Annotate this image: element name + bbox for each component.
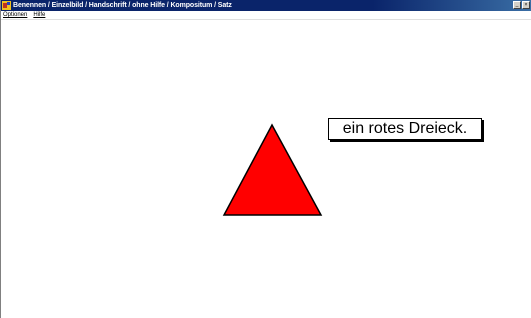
app-window: Benennen / Einzelbild / Handschrift / oh…: [0, 0, 531, 318]
stimulus-canvas: ein rotes Dreieck.: [1, 20, 531, 318]
window-controls: _ ×: [513, 1, 530, 9]
title-bar[interactable]: Benennen / Einzelbild / Handschrift / oh…: [1, 0, 531, 11]
triangle-polygon: [222, 123, 323, 216]
minimize-icon: _: [515, 1, 519, 8]
menu-bar: Optionen Hilfe: [1, 11, 531, 20]
close-button[interactable]: ×: [522, 1, 530, 9]
red-triangle-shape: [222, 123, 323, 216]
window-title: Benennen / Einzelbild / Handschrift / oh…: [13, 2, 232, 9]
caption-label: ein rotes Dreieck.: [328, 118, 482, 140]
menu-optionen[interactable]: Optionen: [3, 12, 27, 18]
menu-hilfe[interactable]: Hilfe: [33, 12, 45, 18]
minimize-button[interactable]: _: [513, 1, 521, 9]
caption-text: ein rotes Dreieck.: [342, 120, 468, 137]
app-icon[interactable]: [2, 1, 11, 10]
close-icon: ×: [524, 1, 528, 8]
